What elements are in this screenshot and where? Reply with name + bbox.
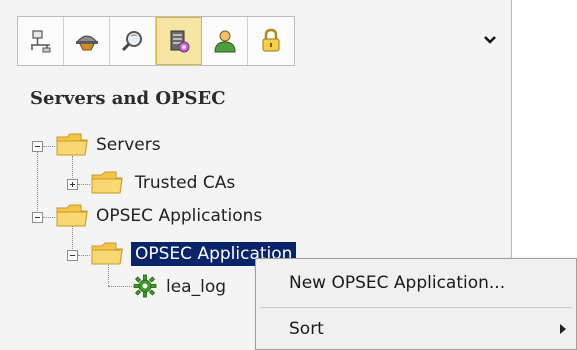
tree-connector	[78, 255, 90, 256]
tree-node-trusted-cas[interactable]: Trusted CAs	[135, 171, 235, 195]
menu-item-sort[interactable]: Sort	[256, 309, 576, 349]
menu-separator	[260, 307, 572, 308]
tree-connector	[43, 217, 55, 218]
opsec-app-gear-icon	[133, 274, 157, 298]
servers-folder-icon	[56, 133, 88, 156]
opsec-application-collapse-toggle[interactable]	[67, 250, 78, 261]
submenu-arrow-icon	[560, 324, 566, 334]
opsec-applications-collapse-toggle[interactable]	[32, 212, 43, 223]
servers-collapse-toggle[interactable]	[32, 141, 43, 152]
tree-connector	[37, 151, 38, 217]
tree-node-lea-log[interactable]: lea_log	[166, 275, 226, 299]
opsec-application-folder-icon	[91, 242, 123, 265]
trusted-cas-expand-toggle[interactable]	[67, 179, 78, 190]
tree-node-servers[interactable]: Servers	[96, 133, 161, 157]
tree-connector	[108, 286, 132, 287]
tree-connector	[78, 184, 90, 185]
trusted-cas-folder-icon	[91, 171, 123, 194]
opsec-applications-folder-icon	[56, 204, 88, 227]
context-menu: New OPSEC Application... Sort	[255, 258, 577, 350]
tree-connector	[43, 146, 55, 147]
tree-node-opsec-applications[interactable]: OPSEC Applications	[96, 204, 262, 228]
menu-item-sort-label: Sort	[289, 319, 324, 339]
menu-item-new-opsec-application[interactable]: New OPSEC Application...	[256, 263, 576, 303]
